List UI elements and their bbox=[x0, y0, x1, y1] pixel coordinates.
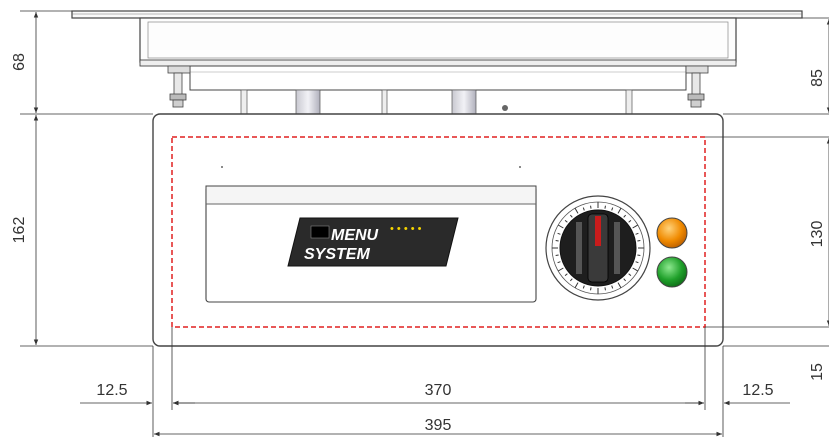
support-rod-1 bbox=[240, 89, 248, 115]
dim-overall-width: 395 bbox=[425, 417, 452, 434]
dial-tick bbox=[637, 240, 641, 242]
logo-line-1: MENU bbox=[331, 227, 379, 244]
support-rod-4 bbox=[451, 89, 477, 115]
green-indicator-icon bbox=[656, 256, 688, 288]
dial-tick bbox=[555, 240, 559, 242]
menu-system-logo: MENU • • • • • SYSTEM bbox=[287, 217, 459, 267]
mounting-bolt-right bbox=[685, 65, 709, 108]
dim-bottom-offset: 15 bbox=[809, 363, 826, 381]
top-flange bbox=[71, 10, 803, 19]
drawing-svg: MENU • • • • • SYSTEM 68 162 85 130 15 1… bbox=[11, 10, 829, 437]
dim-top-mount-height: 68 bbox=[11, 53, 28, 71]
orange-indicator-icon bbox=[656, 217, 688, 249]
logo-line-2: SYSTEM bbox=[304, 246, 370, 263]
dial-tick bbox=[590, 205, 592, 209]
dial-tick bbox=[555, 254, 559, 256]
frame-box bbox=[139, 17, 737, 63]
dim-inner-width: 370 bbox=[425, 382, 452, 399]
logo-dots: • • • • • bbox=[390, 223, 422, 235]
support-rod-5 bbox=[625, 89, 633, 115]
dial-tick bbox=[604, 205, 606, 209]
frame-lower-plate bbox=[189, 65, 687, 91]
dial-tick bbox=[590, 287, 592, 291]
support-rod-3 bbox=[381, 89, 388, 115]
mounting-bolt-left bbox=[167, 65, 191, 108]
dim-panel-height: 130 bbox=[809, 221, 826, 248]
support-rod-2 bbox=[295, 89, 321, 115]
dial-tick bbox=[604, 287, 606, 291]
dim-left-margin: 12.5 bbox=[96, 382, 127, 399]
dim-right-top-height: 85 bbox=[809, 69, 826, 87]
dim-body-height: 162 bbox=[11, 217, 28, 244]
left-dimensions bbox=[20, 10, 153, 347]
dial-knob-icon[interactable] bbox=[545, 195, 651, 301]
technical-drawing: MENU • • • • • SYSTEM 68 162 85 130 15 1… bbox=[0, 0, 829, 437]
top-mounting-frame bbox=[71, 10, 803, 115]
dim-right-margin: 12.5 bbox=[742, 382, 773, 399]
dial-tick bbox=[637, 254, 641, 256]
main-body: MENU • • • • • SYSTEM bbox=[152, 113, 724, 347]
